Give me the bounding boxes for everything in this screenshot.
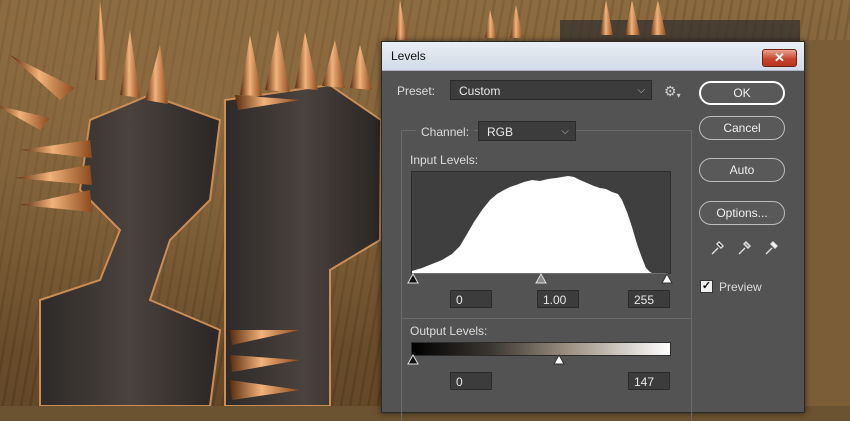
ok-button[interactable]: OK (699, 81, 785, 105)
input-gamma-slider[interactable] (535, 273, 547, 284)
output-gradient-bar (411, 342, 671, 356)
section-divider (401, 318, 691, 319)
preset-dropdown[interactable]: Custom ⌵ (450, 80, 652, 100)
preview-label: Preview (719, 280, 762, 294)
levels-dialog: Levels ✕ Preset: Custom ⌵ ⚙▾ Channel: RG… (381, 41, 805, 421)
channel-value: RGB (487, 125, 514, 139)
channel-label: Channel: (416, 125, 475, 139)
dialog-title: Levels (391, 49, 426, 63)
gray-eyedropper-icon[interactable] (736, 240, 752, 256)
input-black-field[interactable]: 0 (450, 290, 492, 308)
output-white-field[interactable]: 147 (628, 372, 670, 390)
output-levels-label: Output Levels: (410, 324, 488, 338)
input-black-slider[interactable] (407, 273, 419, 284)
output-black-slider[interactable] (407, 354, 419, 365)
input-white-field[interactable]: 255 (628, 290, 670, 308)
title-bar[interactable]: Levels ✕ (382, 42, 804, 71)
preview-checkbox[interactable]: ✓ (700, 280, 713, 293)
output-black-field[interactable]: 0 (450, 372, 492, 390)
output-white-slider[interactable] (553, 354, 565, 365)
histogram-graph (412, 176, 652, 273)
black-eyedropper-icon[interactable] (709, 240, 725, 256)
auto-button[interactable]: Auto (699, 158, 785, 182)
input-levels-label: Input Levels: (410, 153, 479, 167)
preset-label: Preset: (397, 84, 436, 98)
chevron-down-icon: ⌵ (561, 126, 569, 137)
preset-value: Custom (459, 84, 501, 98)
input-gamma-field[interactable]: 1.00 (537, 290, 579, 308)
options-button[interactable]: Options... (699, 201, 785, 225)
cancel-button[interactable]: Cancel (699, 116, 785, 140)
close-button[interactable]: ✕ (762, 49, 797, 67)
histogram (411, 171, 671, 274)
white-eyedropper-icon[interactable] (763, 240, 779, 256)
channel-dropdown[interactable]: RGB ⌵ (478, 121, 576, 141)
chevron-down-icon: ⌵ (637, 85, 645, 96)
gear-icon[interactable]: ⚙▾ (664, 83, 681, 100)
input-white-slider[interactable] (661, 273, 673, 284)
